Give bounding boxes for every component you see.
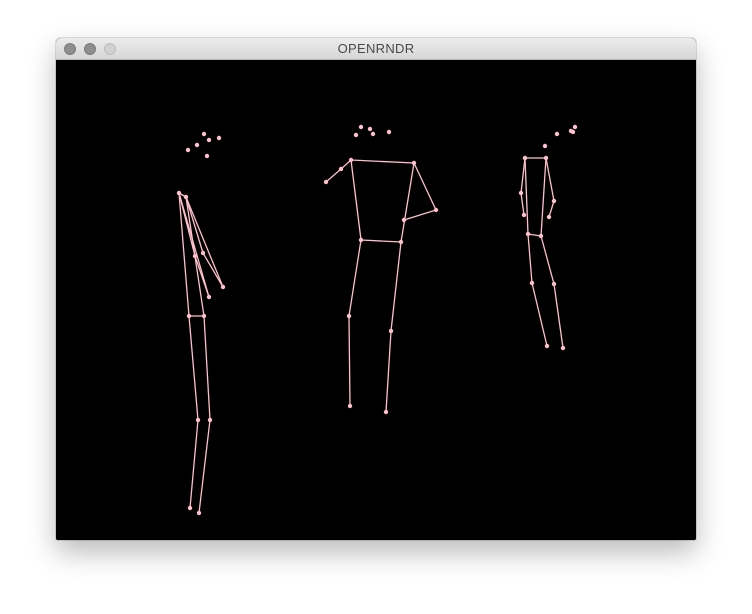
skeleton-bone-middle: [403, 209, 437, 221]
skeleton-bone-right: [531, 282, 548, 347]
skeleton-joint-right: [525, 231, 531, 237]
skeleton-joint-left: [195, 417, 201, 423]
skeleton-joint-left: [201, 131, 207, 137]
skeleton-joint-left: [201, 313, 207, 319]
skeleton-joint-middle: [370, 131, 376, 137]
skeleton-joint-middle: [338, 166, 344, 172]
skeleton-joint-right: [546, 214, 552, 220]
skeleton-joints: [176, 124, 578, 516]
skeleton-joint-middle: [358, 237, 364, 243]
app-window: OPENRNDR: [56, 38, 696, 540]
skeleton-bone-right: [553, 283, 564, 349]
skeleton-joint-middle: [367, 126, 373, 132]
skeleton-joint-left: [204, 153, 210, 159]
skeleton-bone-middle: [400, 162, 415, 243]
skeleton-joint-right: [538, 233, 544, 239]
skeleton-joint-left: [185, 147, 191, 153]
skeleton-bone-right: [527, 233, 533, 284]
skeleton-bone-right: [524, 157, 529, 235]
skeleton-bone-left: [189, 419, 199, 509]
skeleton-joint-left: [176, 190, 182, 196]
skeleton-bone-middle: [350, 159, 415, 164]
skeleton-joint-right: [572, 124, 578, 130]
skeleton-bone-right: [520, 157, 526, 194]
skeleton-bone-middle: [360, 239, 402, 243]
skeleton-joint-middle: [347, 403, 353, 409]
skeleton-bone-left: [202, 252, 224, 288]
skeleton-bone-right: [548, 200, 555, 218]
skeleton-joint-middle: [433, 207, 439, 213]
skeleton-joint-middle: [353, 132, 359, 138]
skeleton-bone-middle: [390, 241, 402, 332]
skeleton-joint-left: [207, 417, 213, 423]
skeleton-joint-left: [220, 284, 226, 290]
skeleton-joint-left: [192, 253, 198, 259]
skeleton-joint-left: [196, 510, 202, 516]
skeleton-bone-middle: [348, 315, 351, 407]
skeleton-bone-left: [188, 315, 199, 421]
skeleton-joint-left: [200, 250, 206, 256]
skeleton-joint-right: [543, 155, 549, 161]
skeleton-joint-right: [551, 198, 557, 204]
skeleton-joint-middle: [386, 129, 392, 135]
skeleton-drawing: [176, 124, 578, 516]
window-title: OPENRNDR: [337, 41, 415, 56]
skeleton-joint-left: [206, 294, 212, 300]
skeleton-joint-middle: [323, 179, 329, 185]
skeleton-joint-right: [521, 212, 527, 218]
skeleton-joint-right: [544, 343, 550, 349]
skeleton-joint-middle: [383, 409, 389, 415]
skeleton-joint-middle: [388, 328, 394, 334]
skeleton-bone-right: [540, 157, 547, 237]
skeleton-joint-middle: [401, 217, 407, 223]
skeleton-bone-left: [203, 315, 211, 421]
skeleton-joint-middle: [346, 313, 352, 319]
skeleton-bone-middle: [350, 159, 362, 241]
skeleton-bones: [178, 157, 564, 514]
skeleton-joint-right: [518, 190, 524, 196]
skeleton-joint-left: [194, 142, 200, 148]
skeleton-joint-left: [187, 505, 193, 511]
skeleton-bone-left: [198, 419, 211, 514]
skeleton-joint-middle: [398, 239, 404, 245]
skeleton-joint-right: [554, 131, 560, 137]
skeleton-joint-left: [183, 194, 189, 200]
skeleton-joint-right: [551, 281, 557, 287]
skeleton-bone-right: [520, 192, 525, 216]
skeleton-joint-middle: [411, 160, 417, 166]
skeleton-joint-left: [186, 313, 192, 319]
skeleton-joint-middle: [358, 124, 364, 130]
skeleton-joint-middle: [348, 157, 354, 163]
skeleton-joint-left: [216, 135, 222, 141]
skeleton-joint-right: [560, 345, 566, 351]
skeleton-joint-left: [206, 137, 212, 143]
skeleton-bone-middle: [385, 330, 392, 413]
skeleton-joint-right: [570, 129, 576, 135]
skeleton-bone-right: [545, 157, 555, 202]
title-bar[interactable]: OPENRNDR: [56, 38, 696, 60]
render-canvas[interactable]: [56, 60, 696, 540]
skeleton-bone-right: [540, 235, 555, 285]
skeleton-bone-middle: [348, 239, 362, 317]
skeleton-bone-middle: [325, 168, 342, 183]
skeleton-joint-right: [522, 155, 528, 161]
skeleton-joint-right: [542, 143, 548, 149]
skeleton-bone-middle: [413, 162, 437, 211]
skeleton-joint-right: [529, 280, 535, 286]
